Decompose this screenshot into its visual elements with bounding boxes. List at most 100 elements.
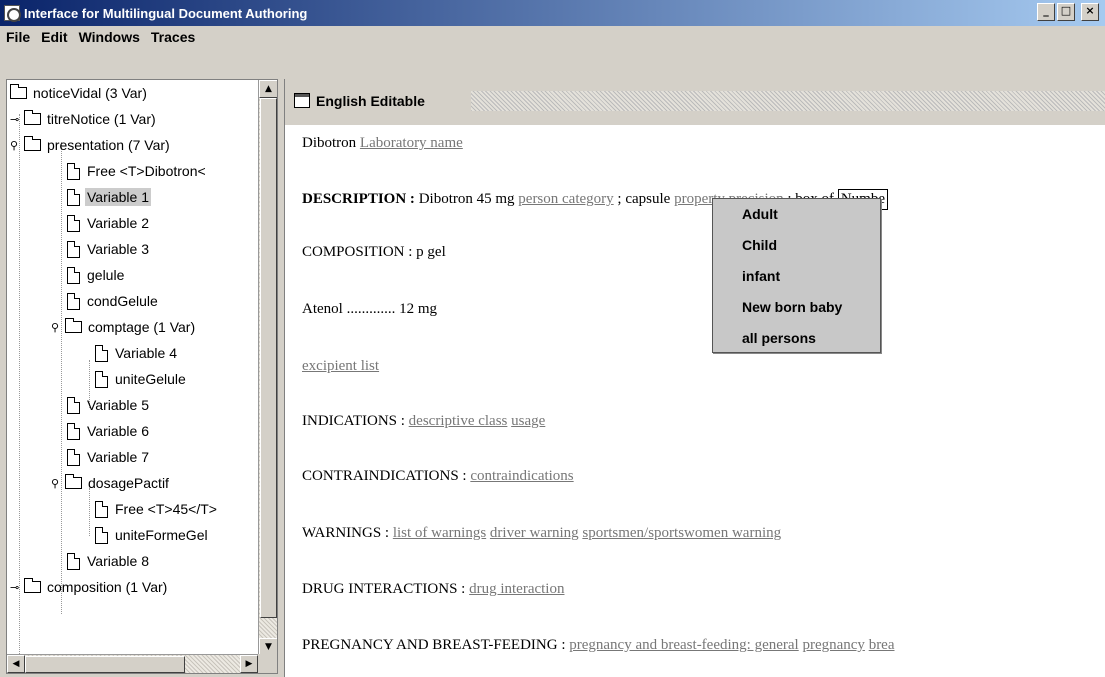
folder-icon bbox=[24, 136, 41, 151]
tree-node[interactable]: Variable 6 bbox=[67, 419, 151, 443]
file-icon bbox=[67, 162, 80, 180]
tree-node[interactable]: uniteFormeGel bbox=[95, 523, 210, 547]
folder-icon bbox=[10, 84, 27, 99]
sportsmen-warning-link[interactable]: sportsmen/sportswomen warning bbox=[582, 525, 781, 541]
descriptive-class-link[interactable]: descriptive class bbox=[409, 413, 508, 429]
scroll-right-icon[interactable]: ▶ bbox=[240, 655, 258, 673]
menu-bar: File Edit Windows Traces bbox=[0, 26, 1105, 48]
tree-node[interactable]: Free <T>45</T> bbox=[95, 497, 219, 521]
tree-node[interactable]: gelule bbox=[67, 263, 126, 287]
expanded-toggle-icon[interactable]: ⚲ bbox=[51, 321, 63, 334]
list-of-warnings-link[interactable]: list of warnings bbox=[393, 525, 486, 541]
horizontal-scroll-thumb[interactable] bbox=[25, 656, 185, 673]
tree-node[interactable]: Variable 1 bbox=[67, 185, 152, 209]
document-view[interactable]: Dibotron Laboratory name DESCRIPTION : D… bbox=[285, 125, 1105, 677]
folder-icon bbox=[24, 110, 41, 125]
doc-line-contraindications: CONTRAINDICATIONS : contraindications bbox=[302, 468, 574, 484]
document-tree: noticeVidal (3 Var) ⊸ titreNotice (1 Var)… bbox=[7, 80, 258, 656]
app-icon bbox=[4, 5, 21, 22]
scroll-left-icon[interactable]: ◀ bbox=[7, 655, 25, 673]
doc-line-warnings: WARNINGS : list of warnings driver warni… bbox=[302, 525, 782, 541]
doc-line-composition: COMPOSITION : p gel bbox=[302, 244, 446, 260]
vertical-scroll-thumb[interactable] bbox=[260, 98, 277, 618]
doc-line-excipient: excipient list bbox=[302, 358, 379, 375]
folder-icon bbox=[24, 578, 41, 593]
file-icon bbox=[95, 370, 108, 388]
driver-warning-link[interactable]: driver warning bbox=[490, 525, 579, 541]
menu-edit[interactable]: Edit bbox=[41, 29, 67, 45]
file-icon bbox=[67, 552, 80, 570]
popup-item-child[interactable]: Child bbox=[742, 237, 777, 253]
collapsed-toggle-icon[interactable]: ⊸ bbox=[10, 581, 22, 594]
tree-node[interactable]: ⚲ comptage (1 Var) bbox=[51, 315, 197, 339]
file-icon bbox=[67, 396, 80, 414]
popup-item-new-born-baby[interactable]: New born baby bbox=[742, 299, 842, 315]
editor-title: English Editable bbox=[316, 93, 425, 109]
file-icon bbox=[95, 526, 108, 544]
window-controls: _ □ × bbox=[1037, 3, 1099, 21]
title-bar: Interface for Multilingual Document Auth… bbox=[0, 0, 1105, 26]
popup-item-all-persons[interactable]: all persons bbox=[742, 330, 816, 346]
file-icon bbox=[67, 266, 80, 284]
excipient-list-link[interactable]: excipient list bbox=[302, 358, 379, 374]
contraindications-link[interactable]: contraindications bbox=[470, 468, 573, 484]
menu-windows[interactable]: Windows bbox=[79, 29, 140, 45]
header-hatch bbox=[471, 91, 1105, 111]
tree-node[interactable]: Free <T>Dibotron< bbox=[67, 159, 208, 183]
close-button[interactable]: × bbox=[1081, 3, 1099, 21]
tree-node[interactable]: ⚲ dosagePactif bbox=[51, 471, 171, 495]
tree-panel: noticeVidal (3 Var) ⊸ titreNotice (1 Var)… bbox=[6, 79, 278, 674]
folder-icon bbox=[65, 474, 82, 489]
tree-node[interactable]: ⚲ presentation (7 Var) bbox=[10, 133, 172, 157]
doc-line-atenol: Atenol ............. 12 mg bbox=[302, 301, 437, 317]
file-icon bbox=[67, 188, 80, 206]
person-category-link[interactable]: person category bbox=[518, 191, 613, 207]
file-icon bbox=[95, 344, 108, 362]
tree-node[interactable]: uniteGelule bbox=[95, 367, 188, 391]
maximize-button[interactable]: □ bbox=[1057, 3, 1075, 21]
pregnancy-link[interactable]: pregnancy bbox=[802, 637, 864, 653]
file-icon bbox=[67, 422, 80, 440]
tree-node[interactable]: Variable 5 bbox=[67, 393, 151, 417]
editor-panel: English Editable Dibotron Laboratory nam… bbox=[284, 79, 1105, 677]
minimize-button[interactable]: _ bbox=[1037, 3, 1055, 21]
file-icon bbox=[67, 240, 80, 258]
horizontal-scrollbar[interactable]: ◀ ▶ bbox=[7, 654, 258, 673]
usage-link[interactable]: usage bbox=[511, 413, 545, 429]
tree-node[interactable]: Variable 7 bbox=[67, 445, 151, 469]
file-icon bbox=[67, 292, 80, 310]
doc-line-lab: Dibotron Laboratory name bbox=[302, 135, 463, 151]
tree-node[interactable]: ⊸ composition (1 Var) bbox=[10, 575, 169, 599]
scroll-up-icon[interactable]: ▲ bbox=[259, 80, 277, 98]
tree-node[interactable]: ⊸ titreNotice (1 Var) bbox=[10, 107, 158, 131]
expanded-toggle-icon[interactable]: ⚲ bbox=[51, 477, 63, 490]
collapsed-toggle-icon[interactable]: ⊸ bbox=[10, 113, 22, 126]
tree-node[interactable]: Variable 3 bbox=[67, 237, 151, 261]
pregnancy-general-link[interactable]: pregnancy and breast-feeding: general bbox=[569, 637, 798, 653]
scroll-corner bbox=[258, 654, 277, 673]
popup-item-adult[interactable]: Adult bbox=[742, 206, 778, 222]
editor-header: English Editable bbox=[285, 79, 1105, 125]
drug-interaction-link[interactable]: drug interaction bbox=[469, 581, 564, 597]
vertical-scrollbar[interactable]: ▲ ▼ bbox=[258, 80, 277, 656]
file-icon bbox=[95, 500, 108, 518]
menu-traces[interactable]: Traces bbox=[151, 29, 195, 45]
popup-item-infant[interactable]: infant bbox=[742, 268, 780, 284]
tree-node[interactable]: Variable 8 bbox=[67, 549, 151, 573]
tree-node[interactable]: condGelule bbox=[67, 289, 160, 313]
menu-file[interactable]: File bbox=[6, 29, 30, 45]
window-icon bbox=[294, 93, 310, 108]
tree-node[interactable]: Variable 4 bbox=[95, 341, 179, 365]
breast-feeding-link[interactable]: brea bbox=[869, 637, 895, 653]
expanded-toggle-icon[interactable]: ⚲ bbox=[10, 139, 22, 152]
person-category-popup: Adult Child infant New born baby all per… bbox=[712, 198, 881, 353]
laboratory-name-link[interactable]: Laboratory name bbox=[360, 135, 463, 151]
tree-node[interactable]: Variable 2 bbox=[67, 211, 151, 235]
doc-line-pregnancy: PREGNANCY AND BREAST-FEEDING : pregnancy… bbox=[302, 637, 895, 653]
file-icon bbox=[67, 448, 80, 466]
doc-line-indications: INDICATIONS : descriptive class usage bbox=[302, 413, 546, 429]
tree-node[interactable]: noticeVidal (3 Var) bbox=[10, 81, 149, 105]
folder-icon bbox=[65, 318, 82, 333]
file-icon bbox=[67, 214, 80, 232]
doc-line-interactions: DRUG INTERACTIONS : drug interaction bbox=[302, 581, 565, 597]
